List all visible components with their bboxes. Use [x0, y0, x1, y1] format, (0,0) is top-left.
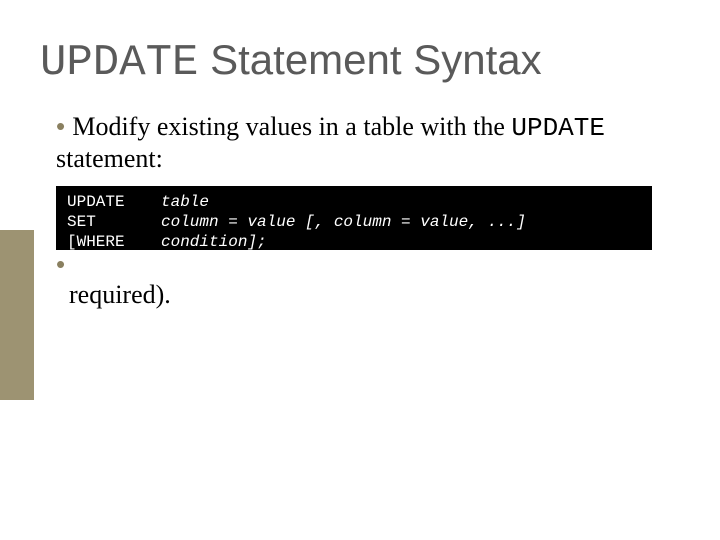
bullet-1: • Modify existing values in a table with…: [56, 112, 690, 174]
bullet-marker: •: [56, 249, 72, 279]
syntax-keyword: [WHERE: [66, 232, 160, 252]
syntax-table: UPDATE table SET column = value [, colum…: [66, 192, 527, 252]
title-code: UPDATE: [40, 38, 198, 88]
slide-title: UPDATE Statement Syntax: [40, 36, 542, 88]
syntax-arg: column = value [, column = value, ...]: [160, 212, 527, 232]
syntax-arg: table: [160, 192, 527, 212]
title-rest: Statement Syntax: [198, 36, 541, 83]
syntax-keyword: UPDATE: [66, 192, 160, 212]
syntax-codebox: UPDATE table SET column = value [, colum…: [56, 186, 652, 250]
bullet-marker: •: [56, 111, 72, 141]
syntax-keyword: SET: [66, 212, 160, 232]
bullet1-prefix: Modify existing values in a table with t…: [72, 112, 511, 141]
bullet-2-fragment: • xx required).: [56, 250, 690, 310]
bullet1-code: UPDATE: [511, 113, 605, 143]
bullet1-suffix: statement:: [56, 144, 163, 173]
syntax-row: SET column = value [, column = value, ..…: [66, 212, 527, 232]
syntax-arg: condition];: [160, 232, 527, 252]
bullet2-text: required).: [69, 280, 171, 309]
syntax-row: UPDATE table: [66, 192, 527, 212]
accent-sidebar: [0, 230, 34, 400]
syntax-row: [WHERE condition];: [66, 232, 527, 252]
